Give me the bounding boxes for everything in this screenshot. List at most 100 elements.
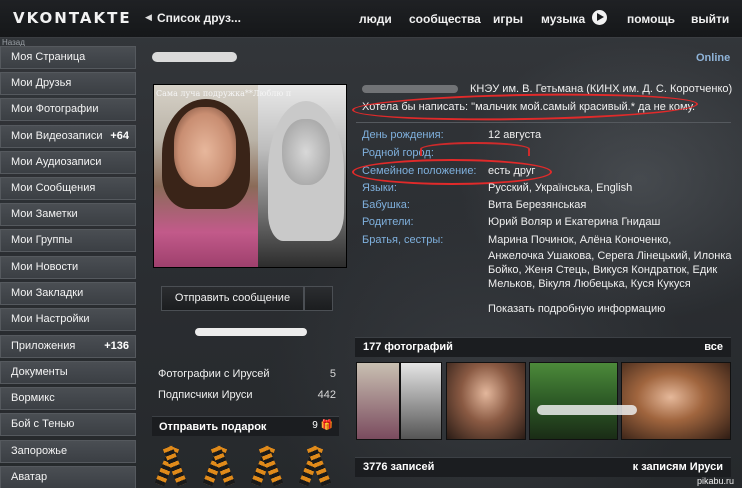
- site-logo[interactable]: VKONTAKTE: [13, 9, 132, 27]
- photo-left-half: [154, 85, 258, 267]
- sidebar-item-photos[interactable]: Мои Фотографии: [0, 98, 136, 122]
- field-value[interactable]: 12 августа: [488, 129, 541, 141]
- wall-link[interactable]: к записям Ируси: [633, 461, 723, 473]
- photo-thumbnail[interactable]: [621, 362, 731, 440]
- gift-icon: 🎁: [320, 420, 333, 431]
- list-label: Подписчики Ируси: [158, 389, 253, 401]
- sidebar: Моя Страница Мои Друзья Мои Фотографии М…: [0, 46, 136, 488]
- siblings-line[interactable]: Бойко, Женя Стець, Викуся Кондратюк, Еди…: [488, 264, 717, 276]
- photos-header[interactable]: 177 фотографий все: [355, 337, 731, 357]
- sidebar-item-my-page[interactable]: Моя Страница: [0, 46, 136, 69]
- sidebar-item-audio[interactable]: Мои Аудиозаписи: [0, 150, 136, 174]
- sidebar-item-notes[interactable]: Мои Заметки: [0, 203, 136, 227]
- send-message-dropdown[interactable]: [304, 286, 333, 311]
- sidebar-item-shadow-fight[interactable]: Бой с Тенью: [0, 413, 136, 437]
- watermark: pikabu.ru: [697, 476, 735, 486]
- sidebar-item-friends[interactable]: Мои Друзья: [0, 72, 136, 96]
- nav-people[interactable]: люди: [359, 12, 392, 26]
- sidebar-item-label: Вормикс: [11, 392, 55, 405]
- sidebar-item-label: Мои Заметки: [11, 208, 78, 221]
- field-label: Бабушка:: [362, 199, 410, 211]
- online-status: Online: [696, 52, 731, 64]
- censored-text: [537, 405, 637, 415]
- sidebar-item-news[interactable]: Мои Новости: [0, 255, 136, 279]
- sidebar-item-label: Запорожье: [11, 444, 68, 457]
- nav-help[interactable]: помощь: [627, 12, 675, 26]
- sidebar-item-documents[interactable]: Документы: [0, 361, 136, 385]
- censored-name: [152, 52, 237, 62]
- list-count: 442: [317, 389, 336, 401]
- wall-title: 3776 записей: [363, 461, 435, 473]
- nav-music[interactable]: музыка: [541, 12, 585, 26]
- send-message-button[interactable]: Отправить сообщение: [161, 286, 304, 311]
- sidebar-item-label: Мои Настройки: [11, 312, 90, 325]
- siblings-line[interactable]: Анжелочка Ушакова, Серега Лінецький, Ило…: [488, 250, 732, 262]
- censored-label: [362, 85, 458, 93]
- photo-caption: Сама луча подружка**Люблю п: [156, 89, 292, 98]
- gifts-count: 9 🎁: [312, 420, 333, 431]
- field-value: Русский, Українська, English: [488, 182, 633, 194]
- sidebar-item-label: Документы: [11, 366, 68, 379]
- sidebar-item-messages[interactable]: Мои Сообщения: [0, 176, 136, 200]
- sidebar-item-label: Приложения: [11, 339, 76, 352]
- red-highlight: [420, 142, 530, 156]
- photo-face: [282, 119, 330, 185]
- field-value[interactable]: Марина Починок, Алёна Коноченко,: [488, 234, 671, 246]
- breadcrumb[interactable]: Список друз...: [157, 11, 241, 25]
- back-arrow-icon[interactable]: ◀: [145, 12, 152, 23]
- followers-link[interactable]: Подписчики Ируси 442: [158, 389, 336, 401]
- sidebar-item-label: Моя Страница: [11, 51, 86, 63]
- siblings-line[interactable]: Мельков, Вікуля Любецька, Куся Кукуся: [488, 278, 691, 290]
- photos-title: 177 фотографий: [363, 341, 453, 353]
- photo-thumbnail[interactable]: [356, 362, 400, 440]
- field-value[interactable]: Юрий Воляр и Екатерина Гнидаш: [488, 216, 660, 228]
- profile-photo[interactable]: Сама луча подружка**Люблю п: [153, 84, 347, 268]
- sidebar-item-label: Мои Фотографии: [11, 103, 99, 116]
- sidebar-item-avatar[interactable]: Аватар: [0, 465, 136, 488]
- photo-thumbnail[interactable]: [529, 362, 618, 440]
- sidebar-item-label: Мои Аудиозаписи: [11, 155, 102, 168]
- sidebar-item-settings[interactable]: Мои Настройки: [0, 307, 136, 331]
- sidebar-item-label: Мои Друзья: [11, 77, 72, 90]
- field-label: Братья, сестры:: [362, 234, 444, 246]
- nav-logout[interactable]: выйти: [691, 12, 729, 26]
- nav-communities[interactable]: сообщества: [409, 12, 481, 26]
- nav-games[interactable]: игры: [493, 12, 523, 26]
- sidebar-item-count: +136: [104, 339, 129, 352]
- sidebar-item-label: Мои Группы: [11, 234, 73, 247]
- field-value[interactable]: Вита Березянськая: [488, 199, 586, 211]
- wall-header[interactable]: 3776 записей к записям Ируси: [355, 457, 731, 477]
- sidebar-item-bookmarks[interactable]: Мои Закладки: [0, 281, 136, 305]
- photos-all-link[interactable]: все: [704, 341, 723, 353]
- sidebar-item-label: Мои Видеозаписи: [11, 129, 103, 142]
- sidebar-item-label: Бой с Тенью: [11, 418, 75, 431]
- gift-ribbon-icon[interactable]: [252, 442, 282, 488]
- sidebar-item-label: Мои Закладки: [11, 286, 84, 299]
- top-bar: VKONTAKTE ◀ Список друз... люди сообщест…: [0, 0, 742, 38]
- photo-face: [174, 107, 236, 187]
- censored-text: [195, 328, 307, 336]
- gift-ribbon-icon[interactable]: [204, 442, 234, 488]
- sidebar-item-label: Мои Сообщения: [11, 181, 96, 194]
- photo-thumbnail[interactable]: [400, 362, 442, 440]
- field-label: День рождения:: [362, 129, 444, 141]
- list-label: Фотографии с Ирусей: [158, 368, 270, 380]
- sidebar-item-count: +64: [110, 129, 129, 142]
- sidebar-item-label: Мои Новости: [11, 260, 79, 273]
- gift-ribbon-icon[interactable]: [300, 442, 330, 488]
- gifts-title: Отправить подарок: [159, 421, 267, 433]
- show-details-link[interactable]: Показать подробную информацию: [488, 303, 665, 315]
- divider: [356, 122, 731, 123]
- sidebar-item-apps[interactable]: Приложения +136: [0, 334, 136, 358]
- gifts-header[interactable]: Отправить подарок 9 🎁: [152, 416, 339, 436]
- photo-thumbnail[interactable]: [446, 362, 526, 440]
- sidebar-item-groups[interactable]: Мои Группы: [0, 229, 136, 253]
- sidebar-item-wormix[interactable]: Вормикс: [0, 387, 136, 411]
- photos-with-link[interactable]: Фотографии с Ирусей 5: [158, 368, 336, 380]
- play-icon[interactable]: [592, 10, 607, 25]
- sidebar-item-zaporozhye[interactable]: Запорожье: [0, 439, 136, 463]
- gift-ribbon-icon[interactable]: [156, 442, 186, 488]
- sidebar-item-videos[interactable]: Мои Видеозаписи +64: [0, 124, 136, 148]
- list-count: 5: [329, 368, 336, 380]
- gifts-count-value: 9: [312, 420, 318, 431]
